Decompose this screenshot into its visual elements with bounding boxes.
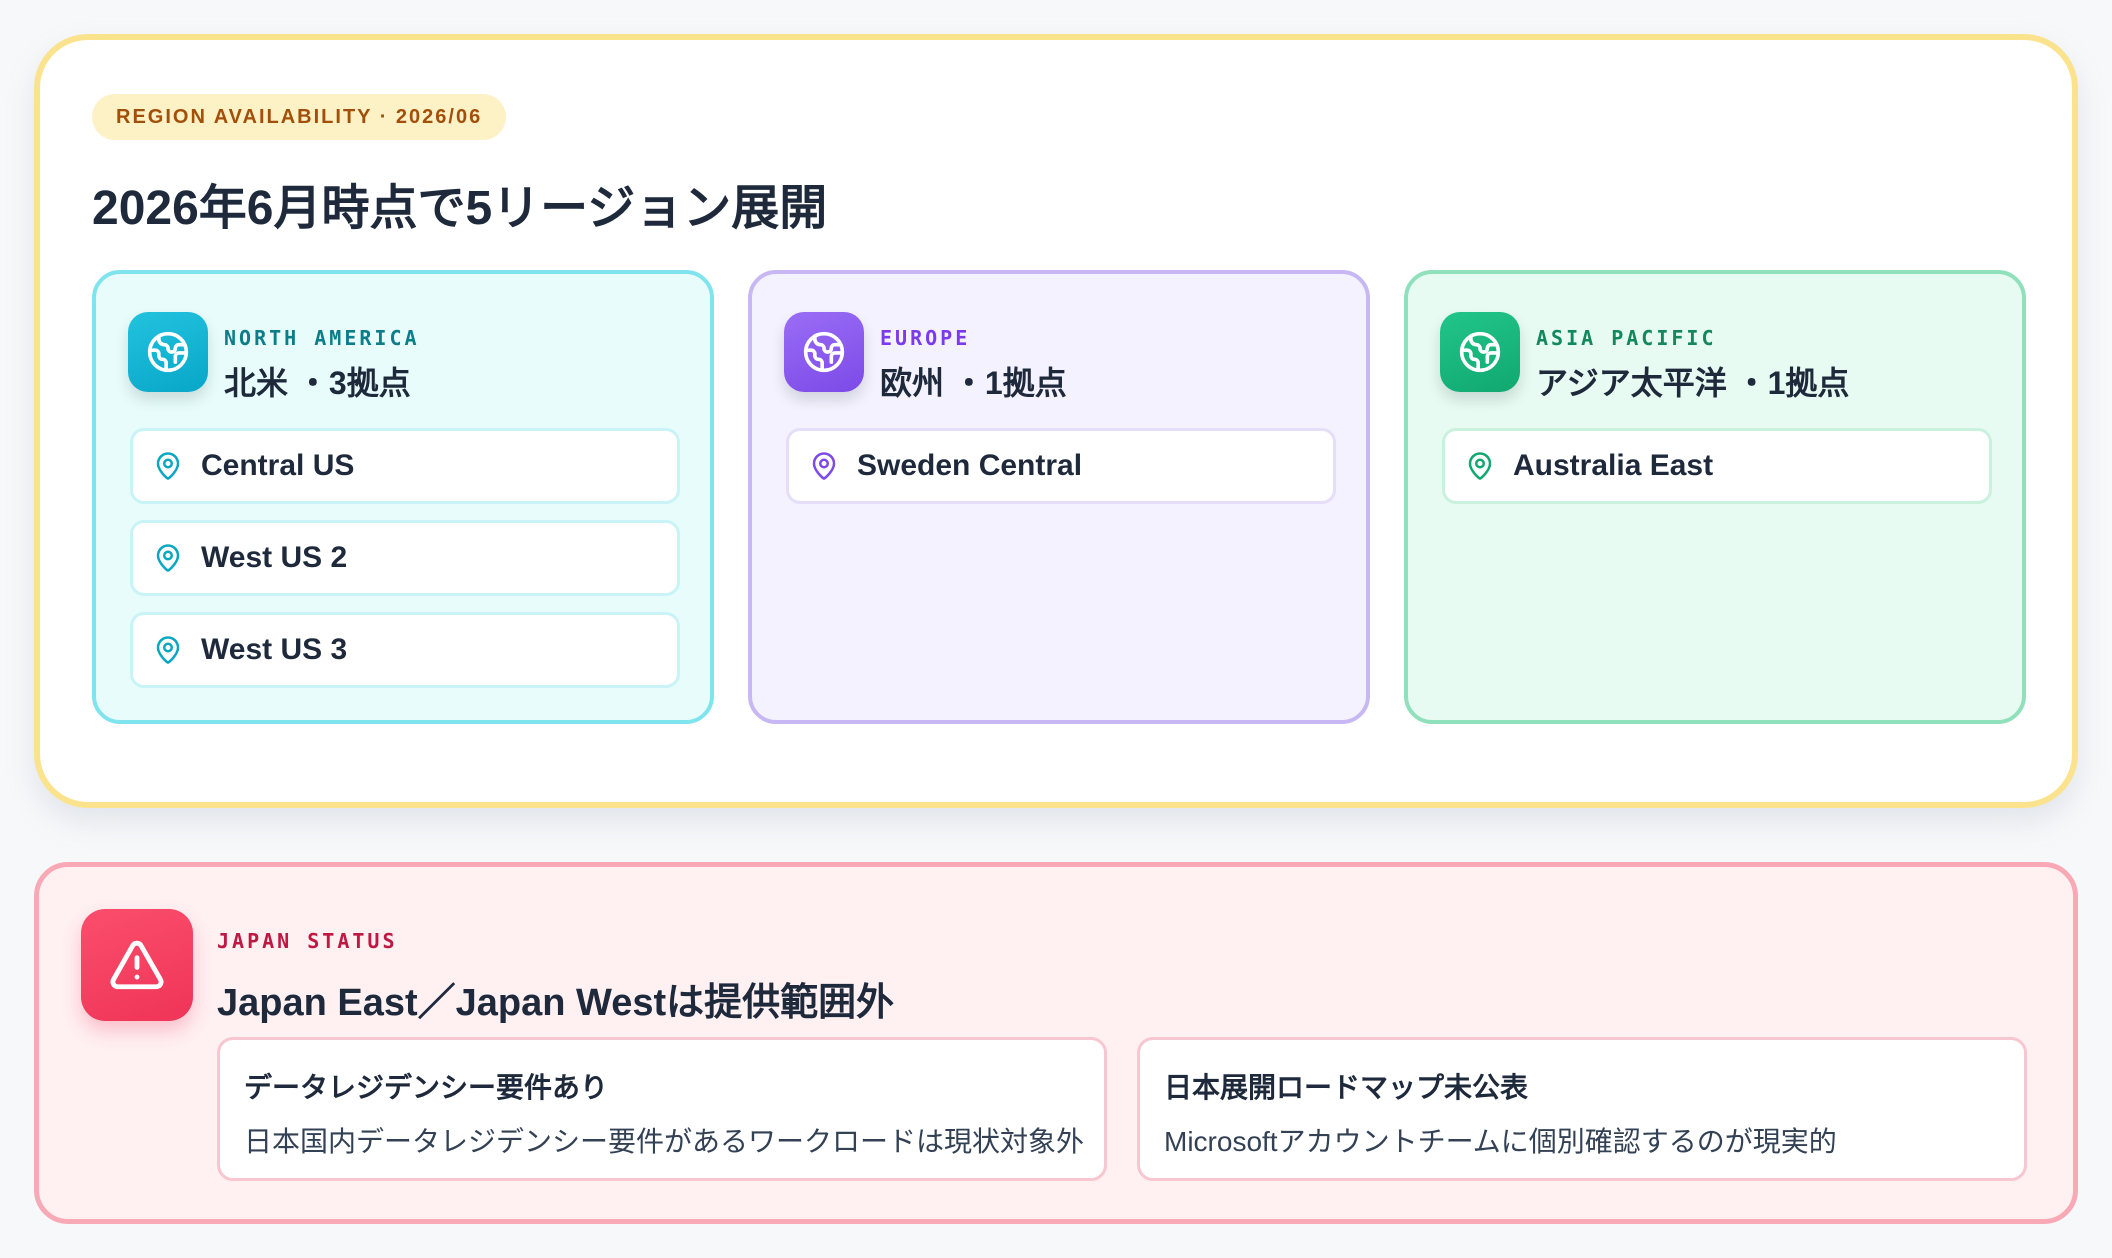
globe-icon xyxy=(784,312,864,392)
map-pin-icon xyxy=(156,636,180,664)
note-description: 日本国内データレジデンシー要件があるワークロードは現状対象外 xyxy=(244,1126,1085,1157)
map-pin-icon xyxy=(1468,452,1492,480)
region-name-jp: アジア太平洋 ・1拠点 xyxy=(1536,365,1850,401)
note-card-data-residency: データレジデンシー要件あり 日本国内データレジデンシー要件があるワークロードは現… xyxy=(217,1037,1107,1181)
location-list: Australia East xyxy=(1442,428,1992,520)
region-name-en: NORTH AMERICA xyxy=(224,326,420,350)
location-item: West US 2 xyxy=(130,520,680,596)
region-card-north-america: NORTH AMERICA 北米 ・3拠点 Central US West US… xyxy=(92,270,714,724)
region-availability-panel: REGION AVAILABILITY · 2026/06 2026年6月時点で… xyxy=(34,34,2078,808)
location-item: Sweden Central xyxy=(786,428,1336,504)
globe-icon xyxy=(128,312,208,392)
map-pin-icon xyxy=(812,452,836,480)
location-list: Central US West US 2 West US 3 xyxy=(130,428,680,704)
location-name: Sweden Central xyxy=(857,449,1083,482)
japan-status-label: JAPAN STATUS xyxy=(217,929,398,953)
location-name: West US 2 xyxy=(201,541,348,574)
japan-status-title: Japan East／Japan Westは提供範囲外 xyxy=(217,982,895,1024)
map-pin-icon xyxy=(156,544,180,572)
region-availability-tag: REGION AVAILABILITY · 2026/06 xyxy=(92,94,507,140)
page-title: 2026年6月時点で5リージョン展開 xyxy=(92,182,828,235)
location-item: Australia East xyxy=(1442,428,1992,504)
location-name: West US 3 xyxy=(201,633,348,666)
location-item: Central US xyxy=(130,428,680,504)
region-name-jp: 北米 ・3拠点 xyxy=(224,365,411,401)
region-card-europe: EUROPE 欧州 ・1拠点 Sweden Central xyxy=(748,270,1370,724)
region-name-jp: 欧州 ・1拠点 xyxy=(880,365,1067,401)
note-card-roadmap: 日本展開ロードマップ未公表 Microsoftアカウントチームに個別確認するのが… xyxy=(1137,1037,2027,1181)
location-name: Australia East xyxy=(1513,449,1714,482)
region-name-en: ASIA PACIFIC xyxy=(1536,326,1717,350)
region-card-asia-pacific: ASIA PACIFIC アジア太平洋 ・1拠点 Australia East xyxy=(1404,270,2026,724)
region-name-en: EUROPE xyxy=(880,326,971,350)
warning-icon xyxy=(81,909,193,1021)
map-pin-icon xyxy=(156,452,180,480)
note-title: 日本展開ロードマップ未公表 xyxy=(1164,1072,1529,1103)
note-description: Microsoftアカウントチームに個別確認するのが現実的 xyxy=(1164,1126,1837,1157)
location-name: Central US xyxy=(201,449,355,482)
note-title: データレジデンシー要件あり xyxy=(244,1072,609,1103)
location-item: West US 3 xyxy=(130,612,680,688)
globe-icon xyxy=(1440,312,1520,392)
location-list: Sweden Central xyxy=(786,428,1336,520)
japan-status-panel: JAPAN STATUS Japan East／Japan Westは提供範囲外… xyxy=(34,862,2078,1224)
